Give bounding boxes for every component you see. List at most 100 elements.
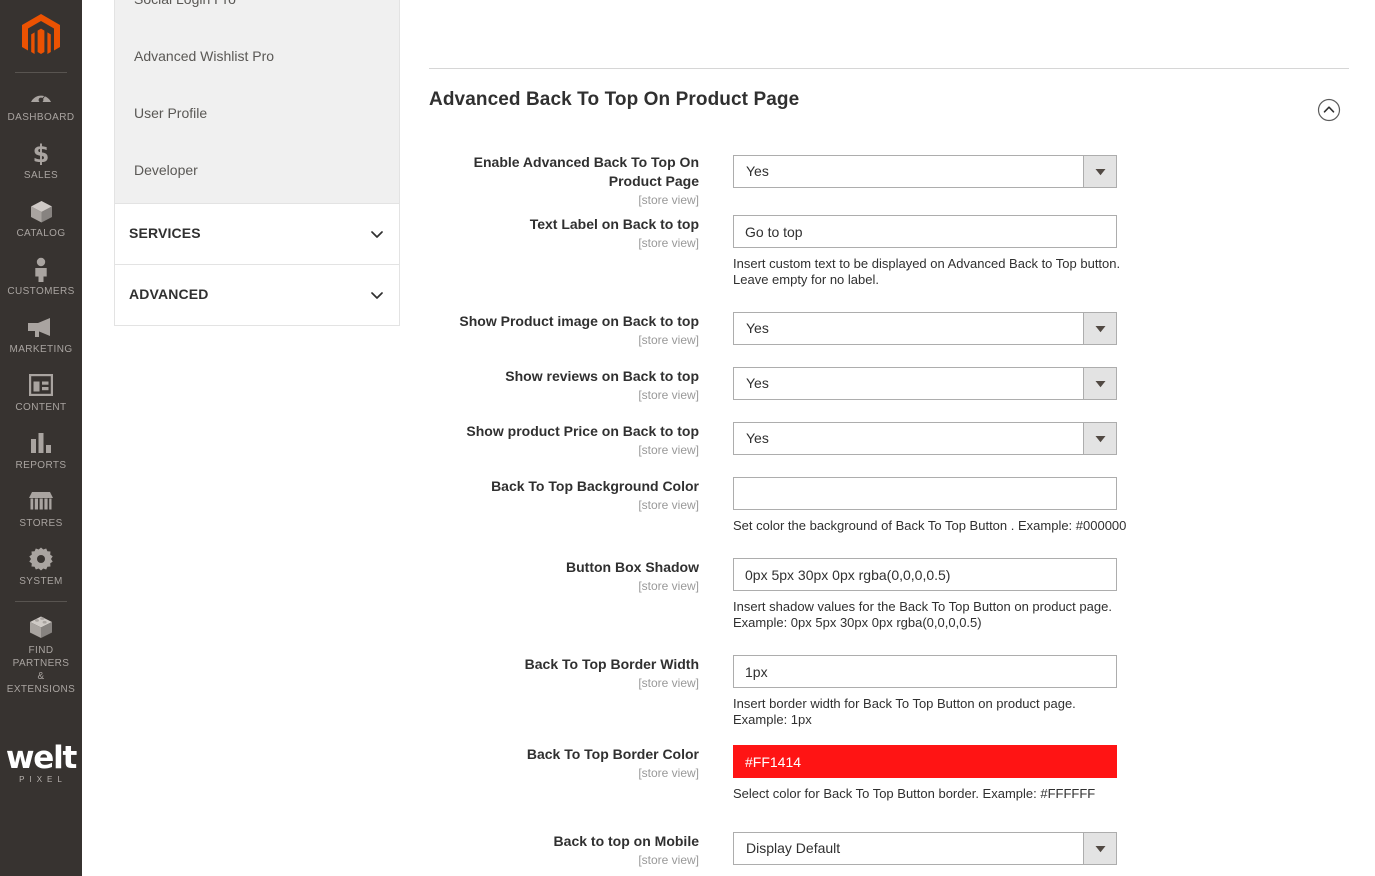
input-back-to-top-border-width[interactable] xyxy=(733,655,1117,688)
field-label-group-enable-advanced-back-to-top-on-product-page: Enable Advanced Back To Top On Product P… xyxy=(429,153,717,208)
field-input-group-enable-advanced-back-to-top-on-product-page: Yes xyxy=(733,155,1117,188)
field-scope-label: [store view] xyxy=(429,442,699,458)
section-header-advanced-back-to-top[interactable]: Advanced Back To Top On Product Page xyxy=(429,88,1349,130)
config-group-label: SERVICES xyxy=(129,225,201,241)
sidebar-item-label: Marketing xyxy=(2,344,80,356)
field-note: Select color for Back To Top Button bord… xyxy=(733,786,1133,802)
chevron-down-icon[interactable] xyxy=(1083,156,1116,187)
select-enable-advanced-back-to-top-on-product-page[interactable]: Yes xyxy=(733,155,1117,188)
field-input-group-show-product-price-on-back-to-top: Yes xyxy=(733,422,1117,455)
sidebar-item-dashboard[interactable]: Dashboard xyxy=(0,73,82,131)
sidebar-item-stores[interactable]: Stores xyxy=(0,479,82,537)
weltpixel-wordmark: welt xyxy=(0,742,82,774)
input-button-box-shadow[interactable] xyxy=(733,558,1117,591)
customers-icon xyxy=(2,256,80,282)
field-scope-label: [store view] xyxy=(429,192,699,208)
sidebar-item-marketing[interactable]: Marketing xyxy=(0,305,82,363)
select-back-to-top-on-mobile[interactable]: Display Default xyxy=(733,832,1117,865)
sidebar-item-customers[interactable]: Customers xyxy=(0,247,82,305)
select-selected-value: Yes xyxy=(734,156,1083,187)
field-scope-label: [store view] xyxy=(429,578,699,594)
field-input-group-show-reviews-on-back-to-top: Yes xyxy=(733,367,1117,400)
sales-icon: $ xyxy=(2,140,80,166)
select-selected-value: Yes xyxy=(734,423,1083,454)
weltpixel-logo: welt PIXEL xyxy=(0,742,82,784)
sidebar-item-label: Catalog xyxy=(2,228,80,240)
field-scope-label: [store view] xyxy=(429,765,699,781)
sidebar-item-reports[interactable]: Reports xyxy=(0,421,82,479)
field-note: Set color the background of Back To Top … xyxy=(733,518,1133,534)
field-label-group-show-product-price-on-back-to-top: Show product Price on Back to top[store … xyxy=(429,422,717,458)
field-label-group-back-to-top-border-color: Back To Top Border Color[store view] xyxy=(429,745,717,781)
sidebar-item-content[interactable]: Content xyxy=(0,363,82,421)
chevron-down-icon xyxy=(370,288,384,302)
config-item-label: Social Login Pro xyxy=(134,0,236,7)
field-scope-label: [store view] xyxy=(429,497,699,513)
field-label-group-show-reviews-on-back-to-top: Show reviews on Back to top[store view] xyxy=(429,367,717,403)
field-label: Button Box Shadow xyxy=(429,558,699,577)
field-label: Back To Top Background Color xyxy=(429,477,699,496)
chevron-down-icon[interactable] xyxy=(1083,368,1116,399)
select-show-reviews-on-back-to-top[interactable]: Yes xyxy=(733,367,1117,400)
admin-page: Dashboard $ Sales Catalog xyxy=(0,0,1375,876)
config-group-advanced[interactable]: ADVANCED xyxy=(114,264,400,326)
extensions-icon xyxy=(2,614,80,640)
sidebar-item-catalog[interactable]: Catalog xyxy=(0,189,82,247)
input-text-label-on-back-to-top[interactable] xyxy=(733,215,1117,248)
sidebar-item-label: Sales xyxy=(2,170,80,182)
field-label-group-back-to-top-background-color: Back To Top Background Color[store view] xyxy=(429,477,717,513)
field-scope-label: [store view] xyxy=(429,852,699,868)
field-input-group-back-to-top-background-color: Set color the background of Back To Top … xyxy=(733,477,1117,534)
system-icon xyxy=(2,546,80,572)
config-item-user-profile[interactable]: User Profile xyxy=(115,85,399,142)
config-item-social-login-pro[interactable]: Social Login Pro xyxy=(115,0,399,28)
select-show-product-price-on-back-to-top[interactable]: Yes xyxy=(733,422,1117,455)
field-label: Show Product image on Back to top xyxy=(429,312,699,331)
select-selected-value: Yes xyxy=(734,368,1083,399)
marketing-icon xyxy=(2,314,80,340)
field-input-group-back-to-top-on-mobile: Display Default xyxy=(733,832,1117,865)
field-label-group-show-product-image-on-back-to-top: Show Product image on Back to top[store … xyxy=(429,312,717,348)
field-label-group-back-to-top-border-width: Back To Top Border Width[store view] xyxy=(429,655,717,691)
config-item-advanced-wishlist-pro[interactable]: Advanced Wishlist Pro xyxy=(115,28,399,85)
sidebar-item-label: Stores xyxy=(2,518,80,530)
field-label: Text Label on Back to top xyxy=(429,215,699,234)
sidebar-item-sales[interactable]: $ Sales xyxy=(0,131,82,189)
field-label: Show reviews on Back to top xyxy=(429,367,699,386)
config-group-services[interactable]: SERVICES xyxy=(114,203,400,264)
weltpixel-subtext: PIXEL xyxy=(0,775,82,784)
field-scope-label: [store view] xyxy=(429,332,699,348)
field-note: Insert shadow values for the Back To Top… xyxy=(733,599,1133,631)
chevron-up-circle-icon[interactable] xyxy=(1317,98,1341,122)
field-scope-label: [store view] xyxy=(429,235,699,251)
sidebar-item-label-line1: Find Partners xyxy=(2,644,80,670)
chevron-down-icon xyxy=(370,227,384,241)
field-label-group-button-box-shadow: Button Box Shadow[store view] xyxy=(429,558,717,594)
chevron-down-icon[interactable] xyxy=(1083,423,1116,454)
config-tab-sidebar: Social Login Pro Advanced Wishlist Pro U… xyxy=(114,0,400,326)
magento-logo[interactable] xyxy=(0,0,82,72)
field-scope-label: [store view] xyxy=(429,387,699,403)
sidebar-item-label: System xyxy=(2,576,80,588)
sidebar-item-find-partners[interactable]: Find Partners & Extensions xyxy=(0,602,82,703)
config-item-developer[interactable]: Developer xyxy=(115,142,399,203)
input-back-to-top-background-color[interactable] xyxy=(733,477,1117,510)
field-note: Insert custom text to be displayed on Ad… xyxy=(733,256,1133,288)
chevron-down-icon[interactable] xyxy=(1083,833,1116,864)
config-item-label: User Profile xyxy=(134,105,207,121)
section-title: Advanced Back To Top On Product Page xyxy=(429,89,799,110)
sidebar-item-label: Dashboard xyxy=(2,112,80,124)
field-note: Insert border width for Back To Top Butt… xyxy=(733,696,1133,728)
sidebar-item-system[interactable]: System xyxy=(0,537,82,595)
reports-icon xyxy=(2,430,80,456)
field-input-group-back-to-top-border-width: Insert border width for Back To Top Butt… xyxy=(733,655,1117,728)
field-scope-label: [store view] xyxy=(429,675,699,691)
chevron-down-icon[interactable] xyxy=(1083,313,1116,344)
select-selected-value: Yes xyxy=(734,313,1083,344)
select-show-product-image-on-back-to-top[interactable]: Yes xyxy=(733,312,1117,345)
config-group-label: ADVANCED xyxy=(129,286,209,302)
input-back-to-top-border-color[interactable] xyxy=(733,745,1117,778)
config-group-open: Social Login Pro Advanced Wishlist Pro U… xyxy=(114,0,400,203)
field-input-group-show-product-image-on-back-to-top: Yes xyxy=(733,312,1117,345)
field-label: Back To Top Border Width xyxy=(429,655,699,674)
